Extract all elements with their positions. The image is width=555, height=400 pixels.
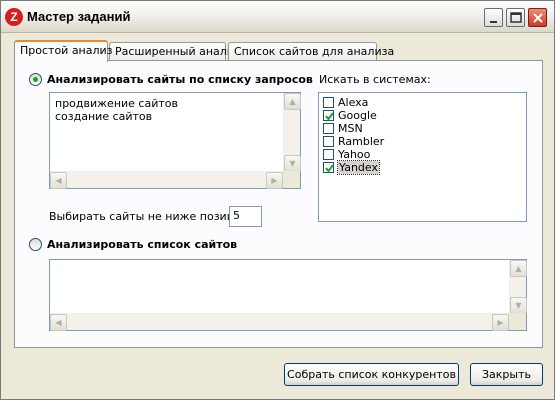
app-logo-icon: Z [5,8,23,26]
maximize-icon [510,12,522,23]
engine-label: Yahoo [338,148,371,161]
minimize-button[interactable] [484,8,503,27]
sites-vertical-scrollbar[interactable]: ▲ ▼ [509,260,527,314]
scrollbar-corner [509,313,526,330]
queries-textarea[interactable]: продвижение сайтов создание сайтов ▲ ▼ ◀… [49,92,301,189]
tab-simple-analysis[interactable]: Простой анализ [14,40,113,62]
engine-checkbox[interactable] [323,136,334,147]
scroll-left-button[interactable]: ◀ [50,172,67,189]
sites-textarea[interactable]: ▲ ▼ ◀ ▶ [49,259,527,331]
engine-label: Rambler [338,135,385,148]
scroll-down-button[interactable]: ▼ [284,155,301,172]
scrollbar-corner [283,171,300,188]
scroll-right-button[interactable]: ▶ [492,314,509,331]
engine-checkbox[interactable] [323,149,334,160]
task-wizard-window: Z Мастер заданий Простой анализ Расширен… [0,0,555,400]
engine-label: Google [338,109,377,122]
engine-checkbox[interactable] [323,110,334,121]
engine-checkbox[interactable] [323,123,334,134]
queries-horizontal-scrollbar[interactable]: ◀ ▶ [50,171,283,189]
query-mode-label[interactable]: Анализировать сайты по списку запросов [47,73,313,86]
close-icon [533,13,543,23]
query-line: создание сайтов [55,110,153,123]
tab-site-list[interactable]: Список сайтов для анализа [228,42,394,61]
minimize-icon [490,21,497,23]
scroll-down-button[interactable]: ▼ [510,297,527,314]
scroll-right-button[interactable]: ▶ [266,172,283,189]
scroll-left-button[interactable]: ◀ [50,314,67,331]
site-list-radio[interactable] [29,238,42,251]
radio-selected-dot [33,77,38,82]
close-window-button[interactable] [528,8,547,27]
queries-vertical-scrollbar[interactable]: ▲ ▼ [283,93,301,172]
checkmark-icon [325,112,334,121]
tab-advanced-analysis[interactable]: Расширенный анализ [109,42,240,61]
engine-label: Alexa [338,96,369,109]
position-label: Выбирать сайты не ниже позиции: [49,210,253,223]
query-mode-radio[interactable] [29,73,42,86]
scroll-up-button[interactable]: ▲ [284,93,301,110]
search-engines-label: Искать в системах: [319,73,431,86]
collect-competitors-button[interactable]: Собрать список конкурентов [284,363,459,386]
site-list-label[interactable]: Анализировать список сайтов [47,238,237,251]
sites-horizontal-scrollbar[interactable]: ◀ ▶ [50,313,509,331]
search-engines-list[interactable]: Alexa Google MSN Rambler Yahoo Yandex [318,92,527,222]
engine-label: Yandex [337,160,380,175]
window-title: Мастер заданий [27,9,131,24]
engine-label: MSN [338,122,363,135]
close-button[interactable]: Закрыть [470,363,543,386]
engine-checkbox[interactable] [323,97,334,108]
engine-checkbox[interactable] [323,162,334,173]
title-bar[interactable]: Z Мастер заданий [1,1,554,33]
position-input[interactable]: 5 [229,206,262,227]
scroll-up-button[interactable]: ▲ [510,260,527,277]
maximize-button[interactable] [506,8,525,27]
query-line: продвижение сайтов [55,97,178,110]
checkmark-icon [325,164,334,173]
